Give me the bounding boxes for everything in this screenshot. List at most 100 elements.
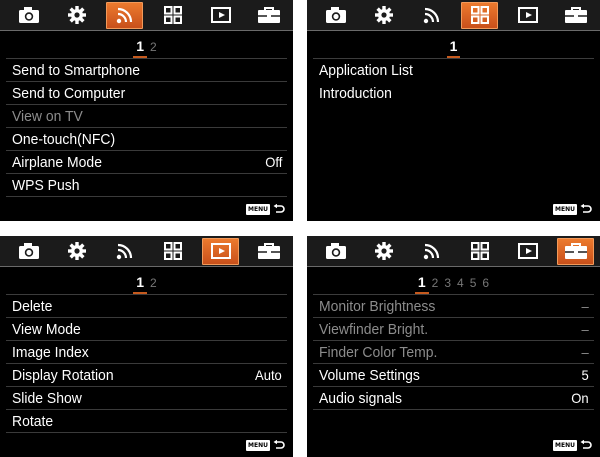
menu-item[interactable]: Slide Show (6, 387, 287, 410)
tab-setup[interactable] (557, 237, 594, 265)
application-icon (470, 5, 490, 25)
menu-item[interactable]: Display Rotation Auto (6, 364, 287, 387)
page-number[interactable]: 6 (482, 273, 489, 293)
menu-tab-bar (307, 236, 600, 267)
menu-item[interactable]: WPS Push (6, 174, 287, 197)
tab-setup[interactable] (250, 2, 287, 29)
tab-wireless[interactable] (106, 238, 143, 265)
menu-item-label: Audio signals (319, 389, 402, 407)
menu-item[interactable]: Send to Computer (6, 82, 287, 105)
menu-item-label: View on TV (12, 107, 83, 125)
tab-application[interactable] (154, 238, 191, 265)
menu-list: Send to Smartphone Send to Computer View o… (6, 59, 287, 197)
menu-item[interactable]: Image Index (6, 341, 287, 364)
footer-hint: MENU (246, 440, 285, 451)
tab-application[interactable] (461, 238, 498, 265)
tab-setup[interactable] (250, 238, 287, 265)
menu-item[interactable]: View Mode (6, 318, 287, 341)
page-number[interactable]: 3 (444, 273, 451, 293)
gear-icon (67, 5, 87, 25)
page-number[interactable]: 4 (457, 273, 464, 293)
gear-icon (67, 241, 87, 261)
menu-item-label: One-touch(NFC) (12, 130, 116, 148)
playback-icon (517, 6, 539, 24)
page-number[interactable]: 1 (446, 36, 461, 58)
camera-icon (18, 242, 40, 260)
menu-button-label: MENU (553, 440, 577, 451)
menu-item[interactable]: Introduction (313, 82, 594, 105)
tab-application[interactable] (154, 2, 191, 29)
tab-camera-settings[interactable] (10, 238, 47, 265)
menu-list: Application List Introduction (313, 59, 594, 105)
return-icon[interactable] (273, 440, 285, 451)
tab-custom-settings[interactable] (58, 238, 95, 265)
menu-item[interactable]: Airplane Mode Off (6, 151, 287, 174)
menu-item[interactable]: Volume Settings 5 (313, 364, 594, 387)
menu-item-label: WPS Push (12, 176, 80, 194)
tab-custom-settings[interactable] (365, 238, 402, 265)
menu-item[interactable]: Monitor Brightness – (313, 295, 594, 318)
menu-tab-bar (0, 0, 293, 31)
page-number[interactable]: 2 (432, 273, 439, 293)
wireless-icon (421, 5, 443, 25)
page-number[interactable]: 1 (133, 272, 147, 294)
gear-icon (374, 5, 394, 25)
wireless-icon (421, 241, 443, 261)
menu-item[interactable]: Finder Color Temp. – (313, 341, 594, 364)
menu-screen-application: 1 Application List Introduction MENU (307, 0, 600, 221)
menu-list: Monitor Brightness – Viewfinder Bright. – Fi… (313, 295, 594, 410)
tab-wireless[interactable] (413, 2, 450, 29)
menu-tab-bar (0, 236, 293, 267)
page-number[interactable]: 5 (470, 273, 477, 293)
return-icon[interactable] (273, 204, 285, 215)
toolbox-icon (257, 241, 281, 261)
menu-item-label: Viewfinder Bright. (319, 320, 429, 338)
tab-custom-settings[interactable] (58, 2, 95, 29)
menu-item[interactable]: Rotate (6, 410, 287, 433)
tab-custom-settings[interactable] (365, 2, 402, 29)
menu-button-label: MENU (246, 440, 270, 451)
menu-item[interactable]: View on TV (6, 105, 287, 128)
menu-item[interactable]: Send to Smartphone (6, 59, 287, 82)
tab-playback[interactable] (202, 237, 239, 265)
menu-item-label: Send to Computer (12, 84, 126, 102)
page-number[interactable]: 1 (414, 272, 429, 294)
tab-playback[interactable] (202, 2, 239, 29)
menu-item-label: View Mode (12, 320, 81, 338)
footer-hint: MENU (553, 204, 592, 215)
tab-wireless[interactable] (413, 238, 450, 265)
menu-item-label: Send to Smartphone (12, 61, 140, 79)
menu-item-label: Introduction (319, 85, 392, 102)
page-number[interactable]: 2 (150, 37, 157, 57)
gear-icon (374, 241, 394, 261)
camera-icon (325, 242, 347, 260)
page-number[interactable]: 1 (133, 36, 147, 58)
footer-hint: MENU (553, 440, 592, 451)
tab-setup[interactable] (557, 2, 594, 29)
application-icon (163, 241, 183, 261)
menu-item-value: – (581, 298, 589, 314)
tab-playback[interactable] (509, 238, 546, 265)
tab-camera-settings[interactable] (317, 238, 354, 265)
return-icon[interactable] (580, 440, 592, 451)
application-icon (163, 5, 183, 25)
menu-item-value: – (581, 321, 589, 337)
return-icon[interactable] (580, 204, 592, 215)
menu-item-label: Delete (12, 297, 53, 315)
wireless-icon (114, 241, 136, 261)
page-number[interactable]: 2 (150, 273, 157, 293)
menu-item[interactable]: Audio signals On (313, 387, 594, 410)
menu-item[interactable]: One-touch(NFC) (6, 128, 287, 151)
tab-camera-settings[interactable] (317, 2, 354, 29)
tab-wireless[interactable] (106, 1, 143, 29)
tab-playback[interactable] (509, 2, 546, 29)
menu-item-value: 5 (581, 367, 589, 383)
menu-item[interactable]: Viewfinder Bright. – (313, 318, 594, 341)
tab-application[interactable] (461, 1, 498, 29)
playback-icon (210, 242, 232, 260)
menu-item[interactable]: Delete (6, 295, 287, 318)
menu-item-label: Rotate (12, 412, 54, 430)
tab-camera-settings[interactable] (10, 2, 47, 29)
menu-item-label: Finder Color Temp. (319, 343, 438, 361)
menu-item[interactable]: Application List (313, 59, 594, 82)
